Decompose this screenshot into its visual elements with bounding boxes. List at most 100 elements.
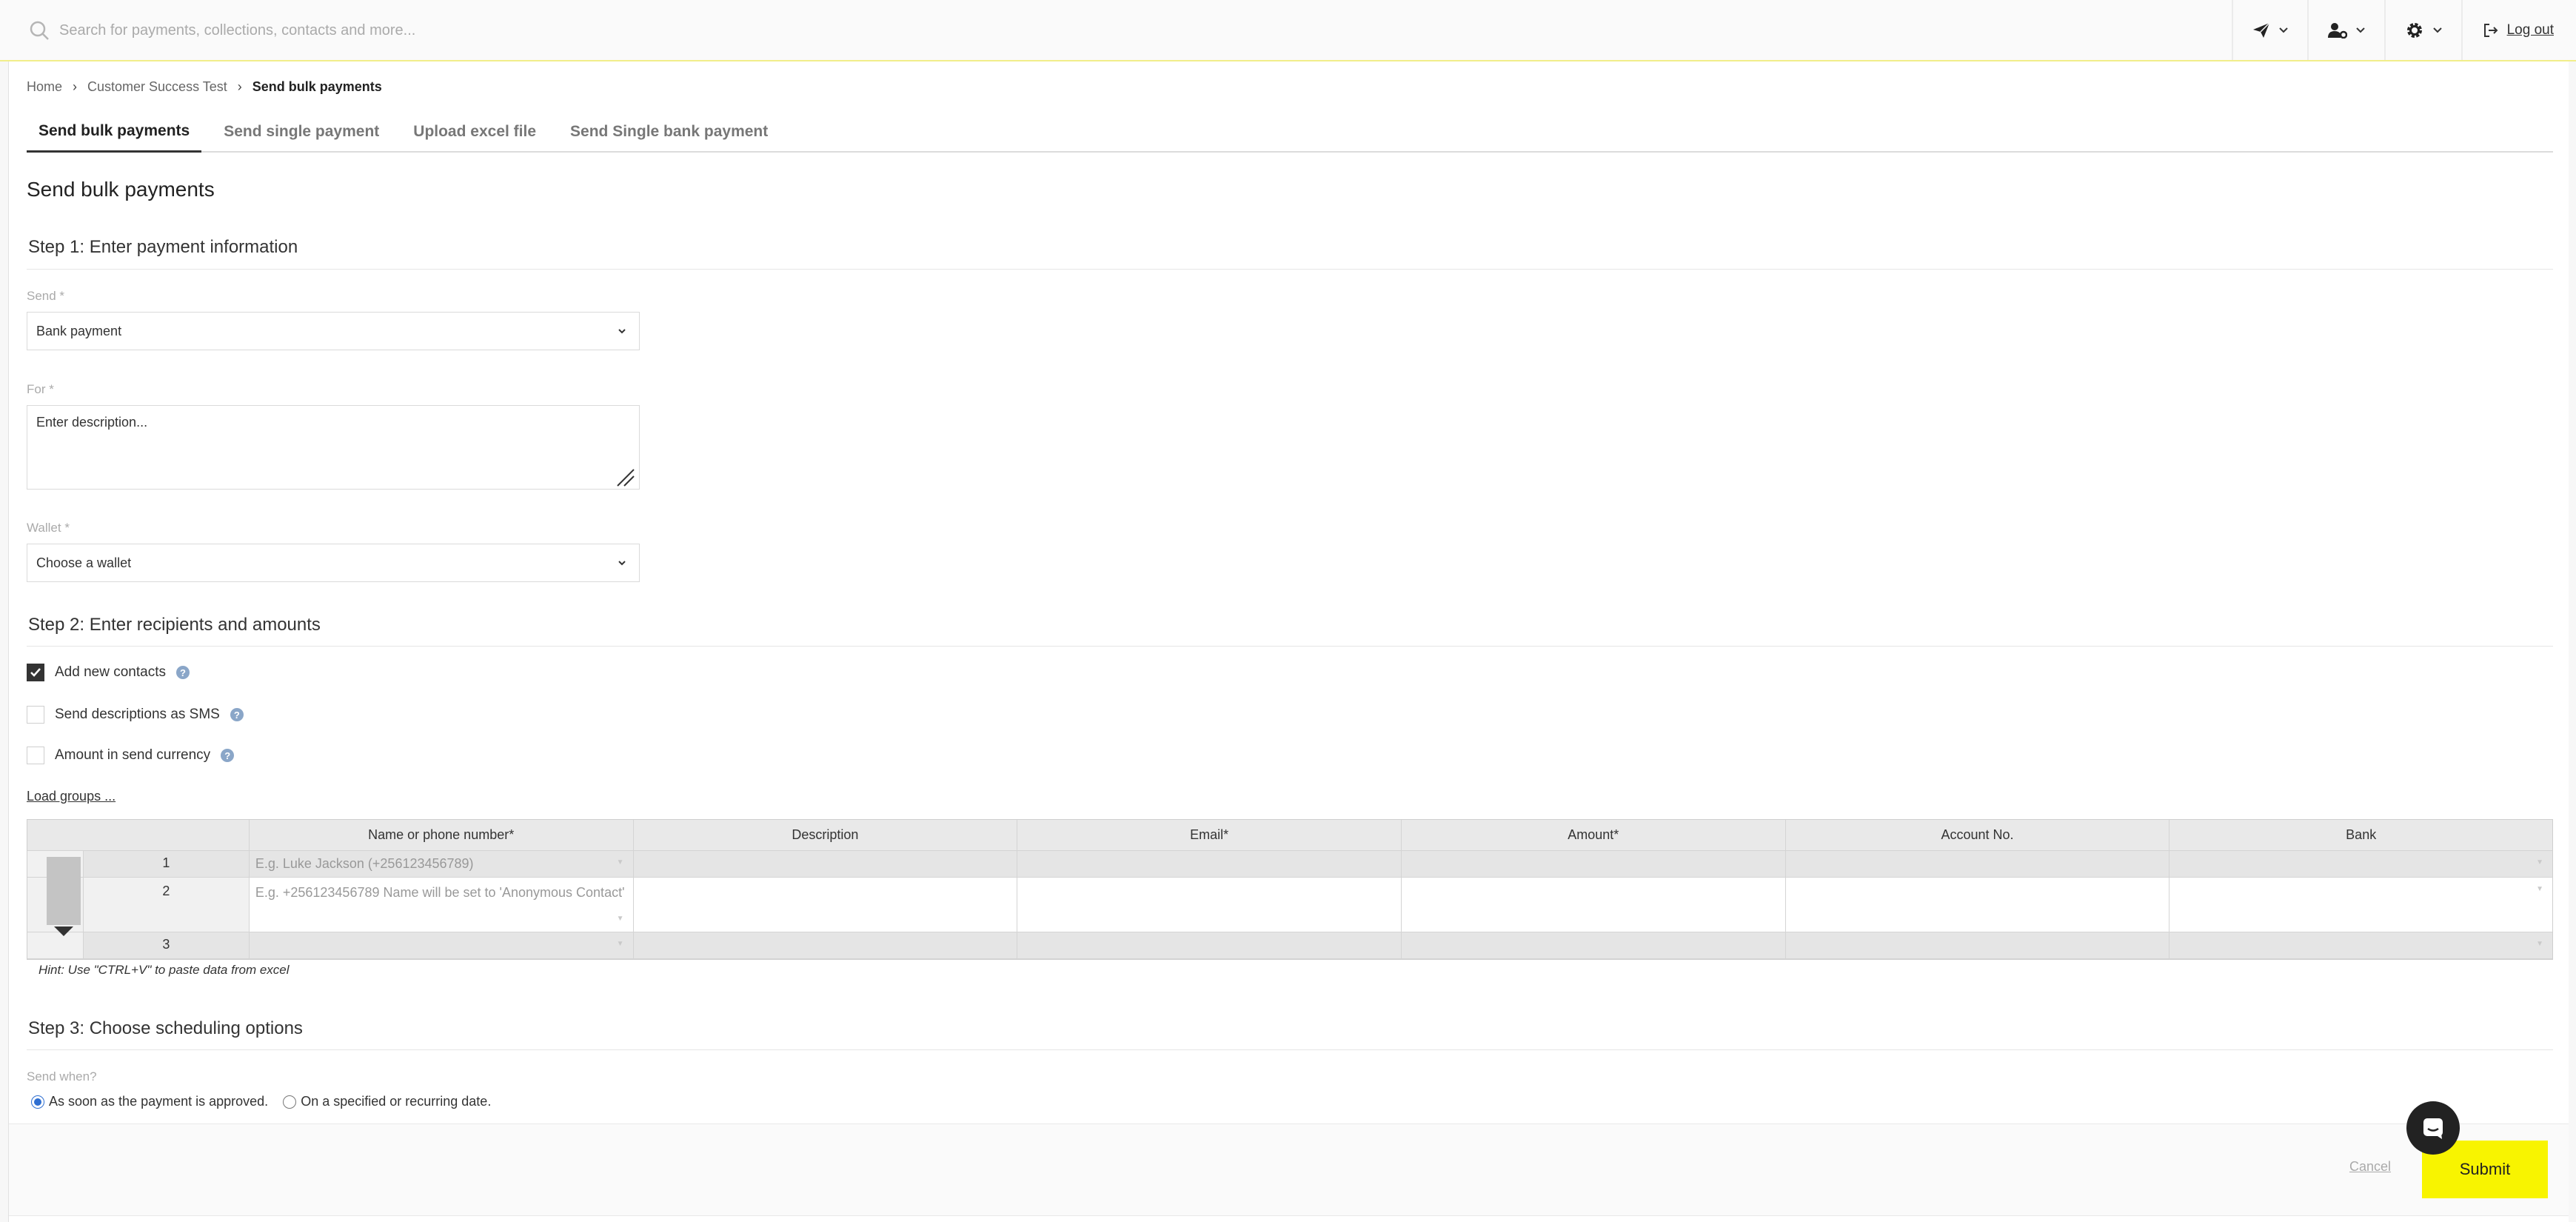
paste-hint: Hint: Use "CTRL+V" to paste data from ex… xyxy=(39,963,290,977)
divider xyxy=(27,269,2553,270)
account-cell[interactable] xyxy=(1785,878,2170,932)
tab-bar: Send bulk payments Send single payment U… xyxy=(27,111,2553,153)
asap-radio[interactable] xyxy=(31,1095,44,1109)
account-cell[interactable] xyxy=(1785,932,2170,959)
description-cell[interactable] xyxy=(633,878,1018,932)
chevron-down-icon xyxy=(2432,27,2442,33)
help-icon[interactable]: ? xyxy=(230,708,244,721)
row-number: 2 xyxy=(84,878,249,932)
chat-launcher-button[interactable] xyxy=(2406,1101,2460,1155)
divider xyxy=(27,1049,2553,1050)
logout-link[interactable]: Log out xyxy=(2460,0,2576,60)
step1-title: Step 1: Enter payment information xyxy=(28,237,298,257)
grid-corner xyxy=(27,820,250,851)
left-edge xyxy=(0,61,9,1222)
wallet-select[interactable]: Choose a wallet xyxy=(27,544,640,582)
chevron-down-icon xyxy=(2278,27,2288,33)
breadcrumb-parent[interactable]: Customer Success Test xyxy=(87,79,227,95)
row-header: 3 xyxy=(27,926,250,959)
page-title: Send bulk payments xyxy=(27,178,215,201)
bank-cell[interactable]: ▼ xyxy=(2169,878,2553,932)
amount-cell[interactable] xyxy=(1401,932,1786,959)
search-input[interactable] xyxy=(59,13,1096,47)
help-icon[interactable]: ? xyxy=(175,666,190,679)
column-header[interactable]: Amount* xyxy=(1401,820,1786,851)
name-cell[interactable]: ▼ xyxy=(249,932,634,959)
send-type-value: Bank payment xyxy=(36,323,122,338)
chevron-down-icon xyxy=(618,561,626,566)
name-cell[interactable]: E.g. +256123456789 Name will be set to '… xyxy=(249,878,634,932)
dropdown-arrow-icon[interactable]: ▼ xyxy=(617,940,624,948)
add-new-contacts-checkbox[interactable] xyxy=(27,664,44,681)
breadcrumb-home[interactable]: Home xyxy=(27,79,62,95)
column-header[interactable]: Description xyxy=(633,820,1018,851)
bank-cell[interactable]: ▼ xyxy=(2169,932,2553,959)
tab-send-single-bank-payment[interactable]: Send Single bank payment xyxy=(558,111,780,153)
bank-cell[interactable]: ▼ xyxy=(2169,851,2553,878)
option-add-new-contacts[interactable]: Add new contacts ? xyxy=(27,664,190,681)
logout-icon xyxy=(2483,23,2498,37)
wallet-label: Wallet * xyxy=(27,521,70,535)
breadcrumb-current: Send bulk payments xyxy=(252,79,382,94)
load-groups-link[interactable]: Load groups ... xyxy=(27,789,116,804)
column-header[interactable]: Account No. xyxy=(1785,820,2170,851)
column-header[interactable]: Email* xyxy=(1017,820,1402,851)
row-drag-handle[interactable] xyxy=(27,857,84,932)
tab-send-single-payment[interactable]: Send single payment xyxy=(212,111,391,153)
column-header[interactable]: Name or phone number* xyxy=(249,820,634,851)
settings-menu-button[interactable] xyxy=(2383,0,2461,60)
amount-cell[interactable] xyxy=(1401,851,1786,878)
amount-in-send-currency-checkbox[interactable] xyxy=(27,747,44,764)
cancel-button[interactable]: Cancel xyxy=(2349,1159,2391,1175)
table-row: 3 ▼ ▼ xyxy=(27,926,2553,959)
row-header: 2 xyxy=(27,857,250,932)
form-footer: Cancel Submit xyxy=(9,1123,2569,1216)
name-cell[interactable]: E.g. Luke Jackson (+256123456789) ▼ xyxy=(249,851,634,878)
description-textarea[interactable] xyxy=(27,405,640,490)
scheduled-label[interactable]: On a specified or recurring date. xyxy=(301,1094,491,1109)
amount-cell[interactable] xyxy=(1401,878,1786,932)
name-placeholder: E.g. +256123456789 Name will be set to '… xyxy=(255,885,625,900)
amount-in-send-currency-label: Amount in send currency xyxy=(55,747,211,763)
email-cell[interactable] xyxy=(1017,851,1402,878)
dropdown-arrow-icon[interactable]: ▼ xyxy=(617,915,624,923)
dropdown-arrow-icon[interactable]: ▼ xyxy=(617,858,624,867)
chat-icon xyxy=(2423,1118,2443,1139)
asap-label[interactable]: As soon as the payment is approved. xyxy=(49,1094,268,1109)
option-send-descriptions-sms[interactable]: Send descriptions as SMS ? xyxy=(27,706,244,724)
wallet-value: Choose a wallet xyxy=(36,555,132,570)
resize-handle-icon[interactable] xyxy=(615,467,635,487)
send-menu-button[interactable] xyxy=(2231,0,2307,60)
send-descriptions-sms-checkbox[interactable] xyxy=(27,706,44,724)
triangle-down-icon[interactable] xyxy=(54,926,73,937)
dropdown-arrow-icon[interactable]: ▼ xyxy=(2536,858,2543,867)
row-drag-handle[interactable] xyxy=(27,926,84,958)
description-cell[interactable] xyxy=(633,932,1018,959)
gear-icon xyxy=(2406,22,2422,38)
email-cell[interactable] xyxy=(1017,878,1402,932)
send-when-label: Send when? xyxy=(27,1069,97,1084)
grid-header-row: Name or phone number* Description Email*… xyxy=(27,820,2553,851)
for-label: For * xyxy=(27,382,54,396)
dropdown-arrow-icon[interactable]: ▼ xyxy=(2536,885,2543,893)
chevron-right-icon: › xyxy=(237,79,242,94)
dropdown-arrow-icon[interactable]: ▼ xyxy=(2536,940,2543,948)
schedule-options: As soon as the payment is approved. On a… xyxy=(31,1094,491,1109)
description-cell[interactable] xyxy=(633,851,1018,878)
table-row: 1 E.g. Luke Jackson (+256123456789) ▼ ▼ xyxy=(27,851,2553,878)
breadcrumb: Home › Customer Success Test › Send bulk… xyxy=(27,79,382,95)
scroll-thumb[interactable] xyxy=(47,857,81,925)
scheduled-radio[interactable] xyxy=(283,1095,297,1109)
user-menu-button[interactable] xyxy=(2306,0,2384,60)
email-cell[interactable] xyxy=(1017,932,1402,959)
help-icon[interactable]: ? xyxy=(221,749,235,762)
option-amount-in-send-currency[interactable]: Amount in send currency ? xyxy=(27,747,235,764)
tab-upload-excel-file[interactable]: Upload excel file xyxy=(401,111,548,153)
step3-title: Step 3: Choose scheduling options xyxy=(28,1018,303,1038)
column-header[interactable]: Bank xyxy=(2169,820,2553,851)
send-type-select[interactable]: Bank payment xyxy=(27,312,640,350)
step2-title: Step 2: Enter recipients and amounts xyxy=(28,615,321,635)
tab-send-bulk-payments[interactable]: Send bulk payments xyxy=(27,111,202,153)
chevron-right-icon: › xyxy=(73,79,78,94)
account-cell[interactable] xyxy=(1785,851,2170,878)
